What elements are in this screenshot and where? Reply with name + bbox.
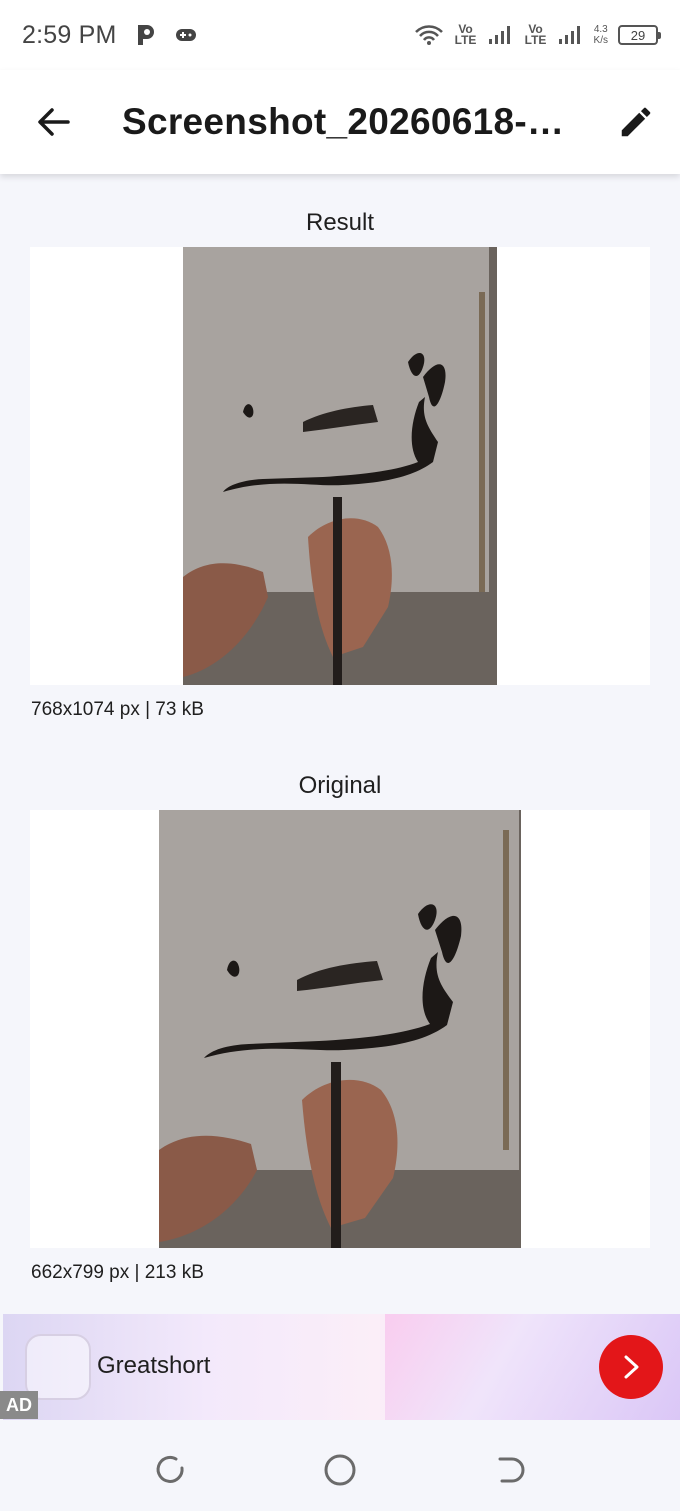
- calligraphy-photo: [159, 810, 521, 1248]
- result-label: Result: [305, 209, 375, 236]
- ad-cta-button[interactable]: [599, 1335, 663, 1399]
- status-time: 2:59 PM: [22, 20, 117, 49]
- result-image[interactable]: [183, 247, 497, 685]
- ad-banner[interactable]: Greatshort: [3, 1314, 680, 1420]
- back-nav-icon: [498, 1457, 525, 1483]
- back-nav-button[interactable]: [490, 1450, 530, 1490]
- original-image[interactable]: [159, 810, 521, 1248]
- chevron-right-icon: [624, 1355, 639, 1379]
- p-app-icon: [137, 25, 154, 45]
- network-speed: 4.3 K/s: [593, 24, 608, 46]
- page-title: Screenshot_20260618-…: [122, 101, 565, 142]
- wifi-icon: [414, 25, 443, 45]
- signal-icon-2: [558, 26, 580, 44]
- result-image-frame: [30, 247, 650, 685]
- edit-button[interactable]: [610, 96, 662, 148]
- gamepad-icon: [175, 29, 196, 41]
- battery-icon: 29: [618, 25, 661, 45]
- recents-icon: [156, 1455, 184, 1483]
- recents-button[interactable]: [150, 1450, 190, 1490]
- system-nav-bar: [0, 1420, 680, 1511]
- status-bar: 2:59 PM Vo LTE Vo LTE 4.3 K/s 29: [0, 0, 680, 70]
- original-meta: 662x799 px | 213 kB: [31, 1262, 204, 1283]
- ad-badge: AD: [0, 1391, 38, 1419]
- volte-indicator-1: Vo LTE: [454, 22, 477, 47]
- battery-level: 29: [630, 27, 646, 43]
- volte-indicator-2: Vo LTE: [524, 22, 547, 47]
- arrow-left-icon: [38, 108, 70, 136]
- signal-icon-1: [488, 26, 510, 44]
- pencil-icon: [621, 107, 651, 137]
- result-meta: 768x1074 px | 73 kB: [31, 699, 204, 720]
- ad-app-name[interactable]: Greatshort: [97, 1352, 210, 1380]
- original-label: Original: [298, 772, 382, 799]
- home-circle-icon: [324, 1454, 356, 1486]
- calligraphy-photo: [183, 247, 497, 685]
- original-image-frame: [30, 810, 650, 1248]
- app-bar: Screenshot_20260618-…: [0, 70, 680, 174]
- home-button[interactable]: [320, 1450, 360, 1490]
- back-button[interactable]: [0, 70, 106, 174]
